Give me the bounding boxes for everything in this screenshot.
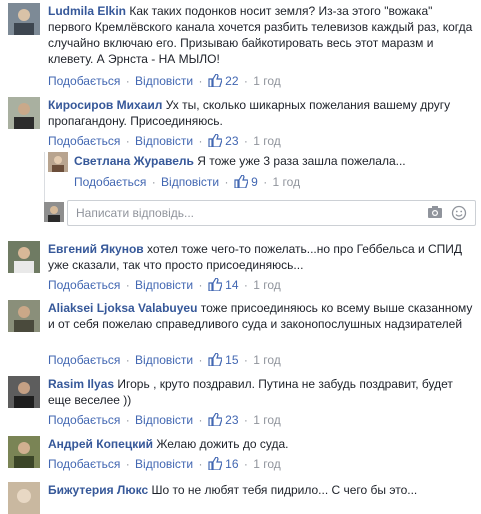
avatar[interactable] [48, 152, 68, 172]
comment-author[interactable]: Rasim Ilyas [48, 377, 114, 391]
comment-author[interactable]: Киросиров Михаил [48, 98, 162, 112]
comment-body: Евгений Якунов хотел тоже чего-то пожела… [48, 241, 473, 273]
comment-author[interactable]: Светлана Журавель [74, 154, 194, 168]
reply-thread-line [44, 152, 45, 208]
comment-actions: Подобається · Відповісти · 23 · 1 год [48, 412, 281, 430]
timestamp[interactable]: 1 год [253, 353, 281, 367]
timestamp[interactable]: 1 год [253, 134, 281, 148]
comment-text: Я тоже уже 3 раза зашла пожелала... [197, 154, 406, 168]
avatar[interactable] [8, 3, 40, 35]
like-link[interactable]: Подобається [74, 175, 146, 189]
thumbs-up-icon [234, 174, 249, 192]
like-count[interactable]: 16 [225, 457, 238, 471]
reply-link[interactable]: Відповісти [135, 134, 193, 148]
comment-actions: Подобається · Відповісти · 15 · 1 год [48, 352, 281, 370]
thumbs-up-icon [208, 133, 223, 151]
thumbs-up-icon [208, 73, 223, 91]
like-count[interactable]: 23 [225, 413, 238, 427]
comment-text: Шо то не любят тебя пидрило... С чего бы… [151, 483, 418, 497]
like-count[interactable]: 9 [251, 175, 258, 189]
comment-body: Киросиров Михаил Ух ты, сколько шикарных… [48, 97, 473, 129]
camera-icon[interactable] [427, 205, 443, 223]
reply-link[interactable]: Відповісти [135, 74, 193, 88]
like-link[interactable]: Подобається [48, 457, 120, 471]
timestamp[interactable]: 1 год [253, 457, 281, 471]
thumbs-up-icon [208, 456, 223, 474]
like-count[interactable]: 23 [225, 134, 238, 148]
comment-actions: Подобається · Відповісти · 14 · 1 год [48, 277, 281, 295]
reply-link[interactable]: Відповісти [135, 353, 193, 367]
reply-link[interactable]: Відповісти [135, 278, 193, 292]
comment-actions: Подобається · Відповісти · 22 · 1 год [48, 73, 281, 91]
comment-actions: Подобається · Відповісти · 16 · 1 год [48, 456, 281, 474]
comment-body: Ludmila Elkin Как таких подонков носит з… [48, 3, 473, 67]
comment-author[interactable]: Aliaksei Ljoksa Valabuyeu [48, 301, 197, 315]
comment-body: Aliaksei Ljoksa Valabuyeu тоже присоедин… [48, 300, 473, 332]
avatar[interactable] [8, 376, 40, 408]
avatar[interactable] [8, 482, 40, 514]
comment-text: Желаю дожить до суда. [156, 437, 289, 451]
comment-body: Бижутерия Люкс Шо то не любят тебя пидри… [48, 482, 473, 498]
comment-body: Андрей Копецкий Желаю дожить до суда. [48, 436, 473, 452]
reply-input[interactable] [76, 205, 396, 221]
comment-body: Светлана Журавель Я тоже уже 3 раза зашл… [74, 153, 473, 169]
reply-link[interactable]: Відповісти [161, 175, 219, 189]
thumbs-up-icon [208, 352, 223, 370]
avatar[interactable] [8, 97, 40, 129]
comment-actions: Подобається · Відповісти · 9 · 1 год [74, 174, 300, 192]
emoji-icon[interactable] [451, 205, 467, 225]
avatar[interactable] [8, 436, 40, 468]
like-link[interactable]: Подобається [48, 278, 120, 292]
comment-author[interactable]: Бижутерия Люкс [48, 483, 148, 497]
avatar[interactable] [8, 241, 40, 273]
like-link[interactable]: Подобається [48, 413, 120, 427]
comment-author[interactable]: Андрей Копецкий [48, 437, 153, 451]
timestamp[interactable]: 1 год [253, 278, 281, 292]
current-user-avatar [44, 202, 64, 222]
timestamp[interactable]: 1 год [253, 74, 281, 88]
comment-author[interactable]: Ludmila Elkin [48, 4, 126, 18]
timestamp[interactable]: 1 год [253, 413, 281, 427]
reply-link[interactable]: Відповісти [135, 413, 193, 427]
thumbs-up-icon [208, 277, 223, 295]
like-link[interactable]: Подобається [48, 353, 120, 367]
reply-input-box[interactable] [67, 200, 476, 226]
timestamp[interactable]: 1 год [273, 175, 301, 189]
avatar[interactable] [8, 300, 40, 332]
like-link[interactable]: Подобається [48, 134, 120, 148]
comment-body: Rasim Ilyas Игорь , круто поздравил. Пут… [48, 376, 473, 408]
like-count[interactable]: 22 [225, 74, 238, 88]
reply-link[interactable]: Відповісти [135, 457, 193, 471]
comment-author[interactable]: Евгений Якунов [48, 242, 144, 256]
like-link[interactable]: Подобається [48, 74, 120, 88]
like-count[interactable]: 15 [225, 353, 238, 367]
thumbs-up-icon [208, 412, 223, 430]
comment-actions: Подобається · Відповісти · 23 · 1 год [48, 133, 281, 151]
like-count[interactable]: 14 [225, 278, 238, 292]
